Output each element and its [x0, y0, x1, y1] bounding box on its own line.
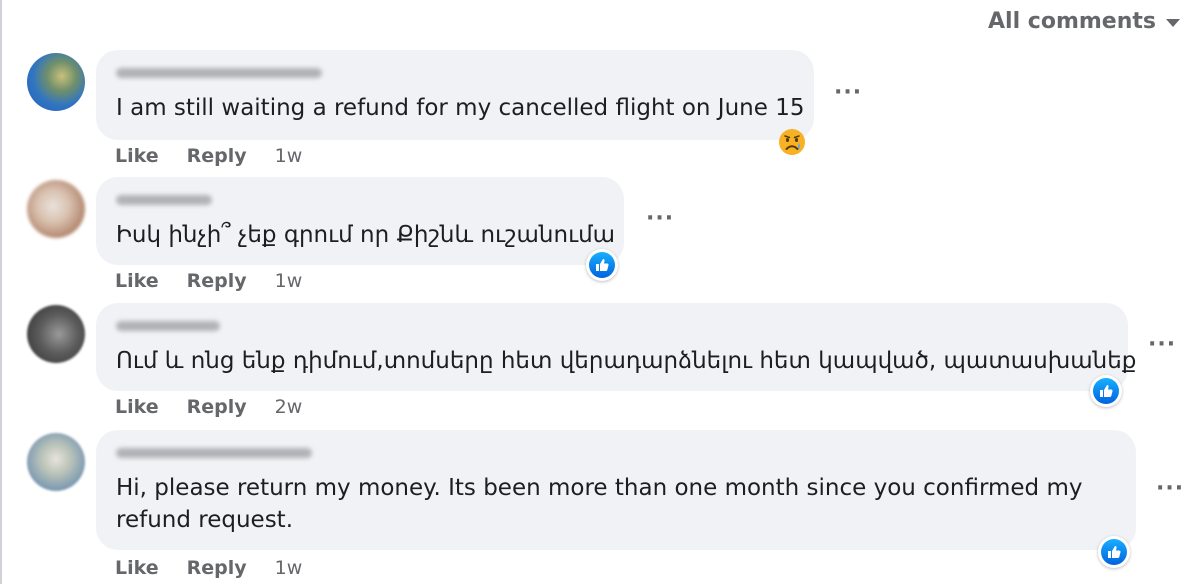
- comment-timestamp[interactable]: 1w: [275, 557, 303, 579]
- thumbs-up-icon: [589, 252, 615, 278]
- like-button[interactable]: Like: [115, 145, 159, 167]
- comment-bubble: Իսկ ինչի՞ չեք գրում որ Քիշնև ուշանումա: [96, 177, 624, 265]
- reply-button[interactable]: Reply: [187, 557, 247, 579]
- comment-bubble: I am still waiting a refund for my cance…: [96, 50, 814, 140]
- reaction-badge[interactable]: [1090, 375, 1122, 407]
- comment-timestamp[interactable]: 2w: [275, 396, 303, 418]
- sort-label: All comments: [988, 8, 1156, 34]
- chevron-down-icon: [1166, 19, 1180, 27]
- like-button[interactable]: Like: [115, 270, 159, 292]
- comment-timestamp[interactable]: 1w: [275, 270, 303, 292]
- reaction-badge[interactable]: [586, 249, 618, 281]
- comment-bubble: Ում և ոնց ենք դիմում,տոմսերը հետ վերադար…: [96, 303, 1137, 391]
- reply-button[interactable]: Reply: [187, 270, 247, 292]
- like-button[interactable]: Like: [115, 396, 159, 418]
- comment-text: Hi, please return my money. Its been mor…: [116, 475, 1083, 533]
- comment-text: I am still waiting a refund for my cance…: [116, 95, 805, 121]
- avatar[interactable]: [27, 433, 85, 491]
- commenter-name-redacted[interactable]: [116, 68, 322, 78]
- thumbs-up-icon: [1101, 539, 1127, 565]
- avatar[interactable]: [27, 53, 85, 111]
- comment-timestamp[interactable]: 1w: [275, 145, 303, 167]
- comment-actions: Like Reply 2w: [115, 396, 302, 418]
- commenter-name-redacted[interactable]: [116, 448, 312, 458]
- avatar[interactable]: [27, 305, 85, 363]
- comment-actions: Like Reply 1w: [115, 557, 302, 579]
- sad-face-icon: [779, 129, 805, 155]
- comment-actions: Like Reply 1w: [115, 145, 302, 167]
- reply-button[interactable]: Reply: [187, 145, 247, 167]
- commenter-name-redacted[interactable]: [116, 321, 220, 331]
- more-options-icon[interactable]: ···: [1148, 334, 1176, 356]
- all-comments-sort-button[interactable]: All comments: [988, 6, 1180, 36]
- thumbs-up-icon: [1093, 378, 1119, 404]
- more-options-icon[interactable]: ···: [646, 208, 674, 230]
- comment-text: Իսկ ինչի՞ չեք գրում որ Քիշնև ուշանումա: [116, 222, 616, 248]
- commenter-name-redacted[interactable]: [116, 195, 212, 205]
- panel-left-edge: [0, 0, 2, 584]
- comment-bubble: Hi, please return my money. Its been mor…: [96, 430, 1136, 550]
- reaction-badge[interactable]: [1098, 536, 1130, 568]
- more-options-icon[interactable]: ···: [1156, 478, 1184, 500]
- avatar[interactable]: [27, 180, 85, 238]
- like-button[interactable]: Like: [115, 557, 159, 579]
- reply-button[interactable]: Reply: [187, 396, 247, 418]
- comment-actions: Like Reply 1w: [115, 270, 302, 292]
- reaction-badge[interactable]: [776, 126, 808, 158]
- comment-text: Ում և ոնց ենք դիմում,տոմսերը հետ վերադար…: [116, 348, 1137, 374]
- more-options-icon[interactable]: ···: [834, 82, 862, 104]
